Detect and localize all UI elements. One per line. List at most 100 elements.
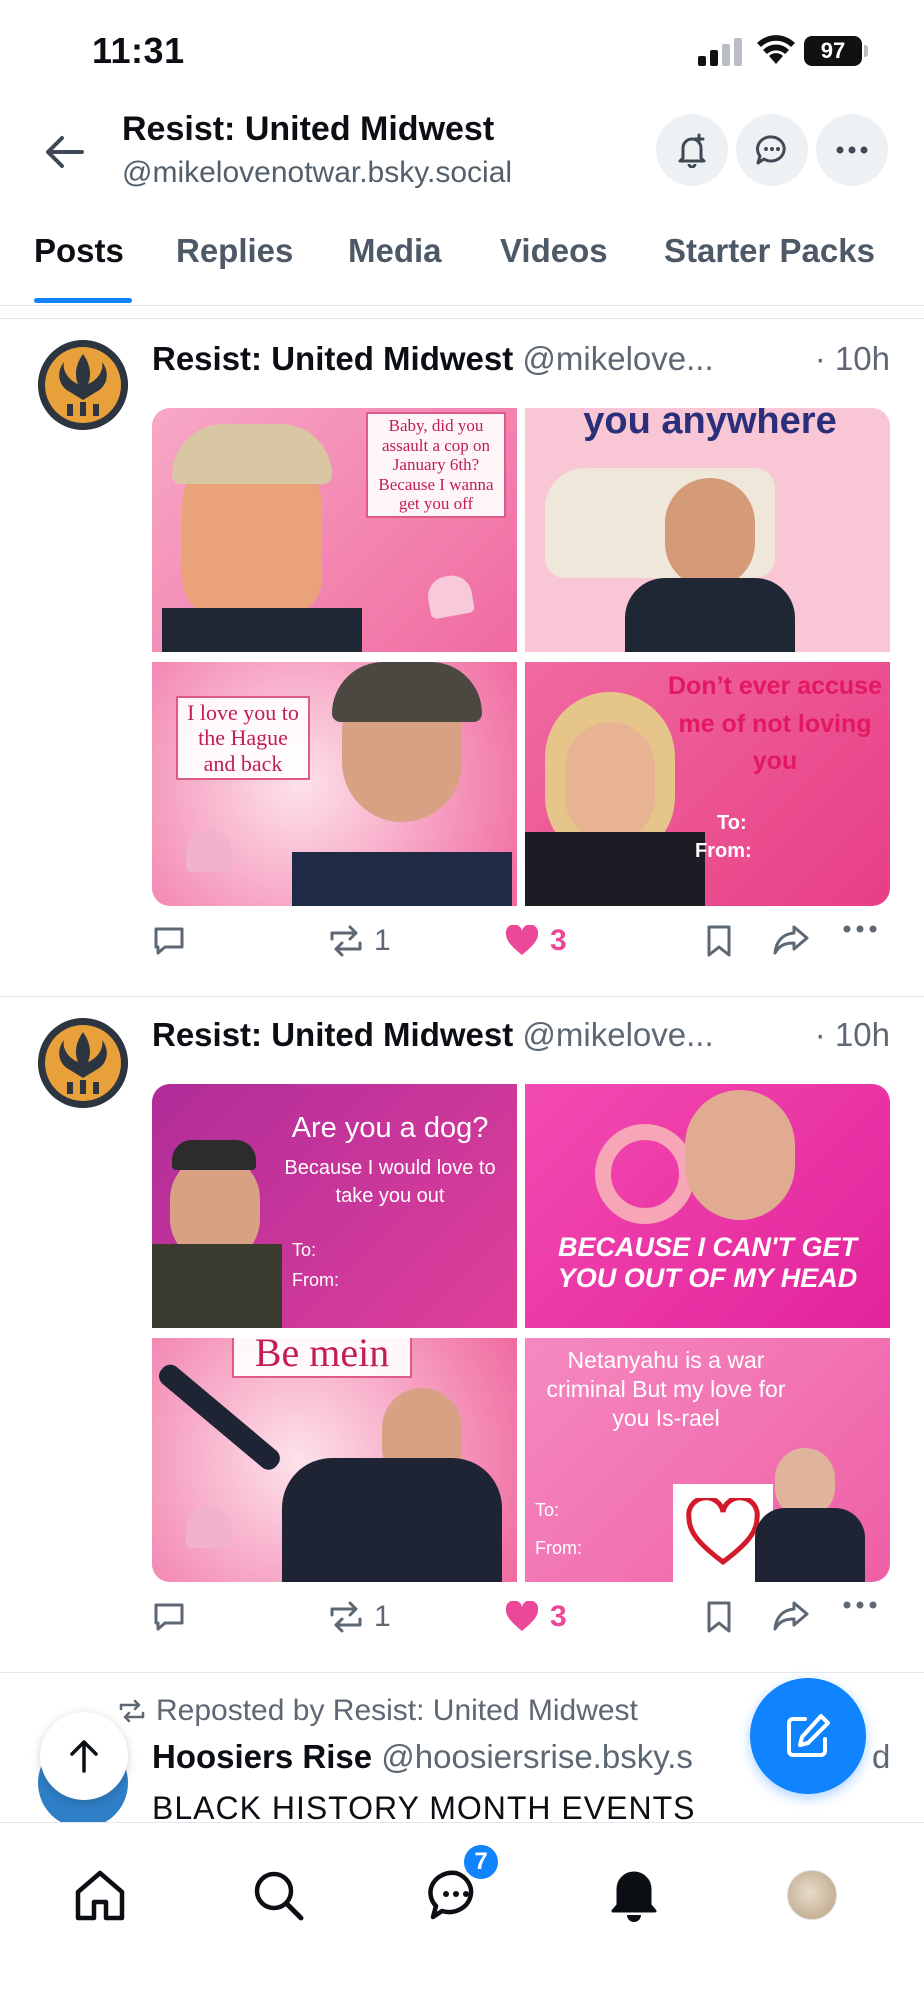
post-header[interactable]: Hoosiers Rise @hoosiersrise.bsky.s [152, 1738, 693, 1776]
more-options-button[interactable] [816, 114, 888, 186]
author-name[interactable]: Resist: United Midwest [152, 1016, 513, 1053]
card-from: From: [292, 1270, 339, 1290]
share-icon [773, 1601, 809, 1631]
nav-home[interactable] [60, 1855, 140, 1935]
post-header[interactable]: Resist: United Midwest @mikelove... [152, 1016, 892, 1054]
divider [0, 318, 924, 319]
subscribe-notifications-button[interactable] [656, 114, 728, 186]
cap-shape [172, 1140, 256, 1170]
tab-videos[interactable]: Videos [500, 232, 608, 270]
arrow-left-icon [46, 136, 84, 168]
portrait-shape [685, 1090, 795, 1220]
signal-icon [698, 38, 742, 66]
compose-button[interactable] [750, 1678, 866, 1794]
compose-icon [787, 1714, 830, 1757]
heart-filled-icon [505, 925, 539, 955]
suit-shape [282, 1458, 502, 1582]
status-time: 11:31 [92, 30, 185, 71]
post-more-button[interactable] [842, 924, 878, 934]
avatar[interactable] [38, 340, 128, 430]
card-caption: Baby, did you assault a cop on January 6… [366, 412, 506, 518]
post-actions: 1 3 [152, 924, 892, 972]
divider [0, 1672, 924, 1673]
avatar[interactable] [38, 1018, 128, 1108]
card-to: To: [717, 812, 747, 834]
card-caption: I love you to the Hague and back [176, 696, 310, 780]
card-caption: BECAUSE I CAN'T GET YOU OUT OF MY HEAD [557, 1232, 858, 1294]
bottom-nav: 7 [0, 1822, 924, 2000]
battery-icon: 97 [804, 36, 862, 66]
suit-shape [755, 1508, 865, 1582]
post-header[interactable]: Resist: United Midwest @mikelove... [152, 340, 892, 378]
like-button[interactable]: 3 [504, 1600, 567, 1634]
card-caption: Be mein [232, 1338, 412, 1378]
tab-starter-packs[interactable]: Starter Packs [664, 232, 875, 270]
image-tile[interactable]: Don’t ever accuse me of not loving you T… [525, 662, 890, 906]
repost-small-icon [119, 1699, 145, 1723]
share-button[interactable] [772, 1600, 810, 1632]
tab-posts[interactable]: Posts [34, 232, 124, 270]
heart-drawing-icon [686, 1498, 760, 1566]
divider [0, 996, 924, 997]
repost-label: Reposted by Resist: United Midwest [156, 1694, 638, 1727]
tab-replies[interactable]: Replies [176, 232, 293, 270]
share-button[interactable] [772, 924, 810, 956]
image-tile[interactable]: you anywhere [525, 408, 890, 652]
image-tile[interactable]: BECAUSE I CAN'T GET YOU OUT OF MY HEAD [525, 1084, 890, 1328]
suit-shape [525, 832, 705, 906]
active-tab-indicator [34, 298, 132, 303]
heart-filled-icon [505, 1601, 539, 1631]
reply-button[interactable] [152, 924, 196, 958]
post-more-button[interactable] [842, 1600, 878, 1610]
tab-media[interactable]: Media [348, 232, 442, 270]
message-button[interactable] [736, 114, 808, 186]
repost-indicator[interactable]: Reposted by Resist: United Midwest [118, 1694, 638, 1728]
bookmark-button[interactable] [704, 924, 734, 958]
card-caption: Because I would love to take you out [284, 1157, 496, 1207]
bookmark-button[interactable] [704, 1600, 734, 1634]
candy-heart-icon [424, 572, 476, 620]
nav-search[interactable] [238, 1855, 318, 1935]
worm-shape [595, 1124, 695, 1224]
nav-notifications[interactable] [594, 1855, 674, 1935]
post-actions: 1 3 [152, 1600, 892, 1648]
image-tile[interactable]: Baby, did you assault a cop on January 6… [152, 408, 517, 652]
like-button[interactable]: 3 [504, 924, 567, 958]
reply-button[interactable] [152, 1600, 196, 1634]
image-tile[interactable]: Be mein [152, 1338, 517, 1582]
card-caption: you anywhere [583, 408, 837, 442]
hair-shape [172, 424, 332, 484]
author-name[interactable]: Hoosiers Rise [152, 1738, 372, 1775]
reply-icon [154, 927, 184, 955]
rebel-logo-icon [38, 340, 128, 430]
bell-plus-icon [678, 133, 706, 168]
back-button[interactable] [36, 128, 92, 176]
image-tile[interactable]: Netanyahu is a war criminal But my love … [525, 1338, 890, 1582]
author-handle-tail: d [872, 1738, 891, 1775]
profile-avatar [787, 1870, 837, 1920]
post-time[interactable]: · 10h [815, 1016, 890, 1054]
candy-heart-icon [186, 1506, 232, 1548]
nav-profile[interactable] [772, 1855, 852, 1935]
repost-count: 1 [374, 924, 391, 957]
chat-badge: 7 [462, 1843, 500, 1881]
scroll-to-top-button[interactable] [40, 1712, 128, 1800]
repost-button[interactable]: 1 [328, 1600, 391, 1634]
author-handle[interactable]: @mikelove... [522, 340, 713, 377]
image-tile[interactable]: Are you a dog? Because I would love to t… [152, 1084, 517, 1328]
card-caption: Don’t ever accuse me of not loving you [668, 672, 882, 775]
profile-handle: @mikelovenotwar.bsky.social [122, 156, 513, 189]
card-to: To: [535, 1500, 560, 1520]
author-handle[interactable]: @hoosiersrise.bsky.s [381, 1738, 693, 1775]
ellipsis-icon [843, 1601, 877, 1609]
author-handle[interactable]: @mikelove... [522, 1016, 713, 1053]
repost-count: 1 [374, 1600, 391, 1633]
suit-shape [162, 608, 362, 652]
repost-button[interactable]: 1 [328, 924, 391, 958]
author-name[interactable]: Resist: United Midwest [152, 340, 513, 377]
portrait-shape [565, 722, 655, 842]
suit-shape [625, 578, 795, 652]
image-tile[interactable]: I love you to the Hague and back [152, 662, 517, 906]
post-time[interactable]: · 10h [815, 340, 890, 378]
like-count: 3 [550, 924, 567, 957]
